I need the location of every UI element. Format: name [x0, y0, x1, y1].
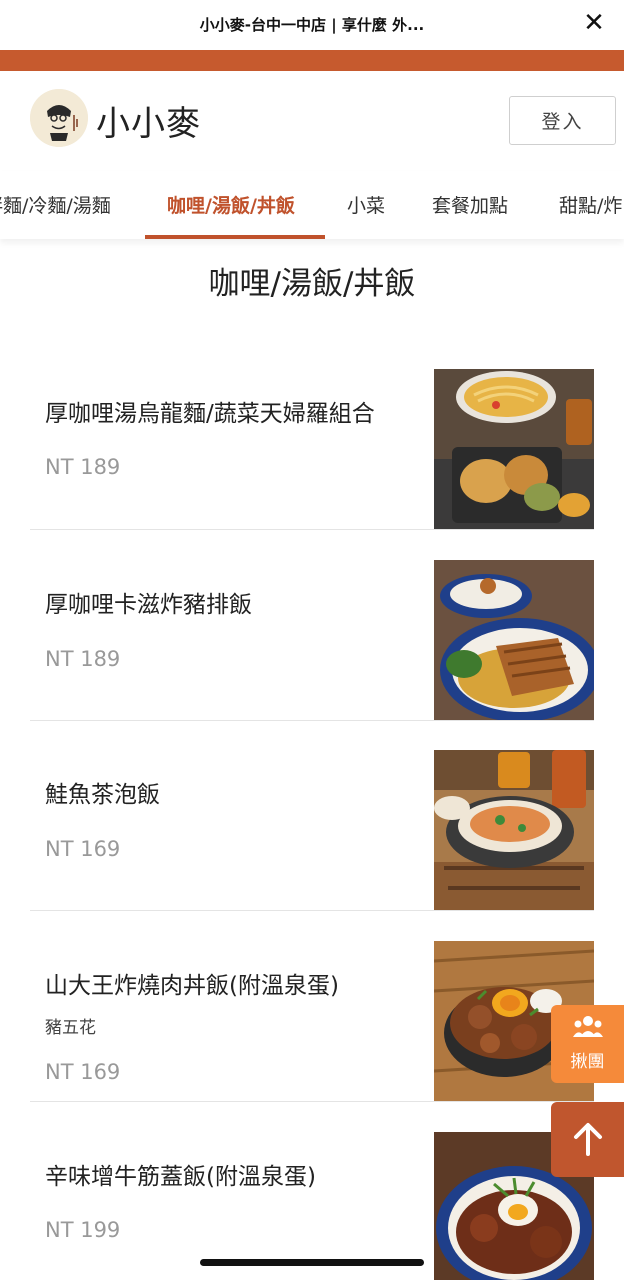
menu-item[interactable]: 厚咖哩卡滋炸豬排飯 NT 189 — [30, 560, 594, 720]
item-name: 厚咖哩卡滋炸豬排飯 — [45, 592, 252, 618]
login-button[interactable]: 登入 — [509, 96, 616, 145]
brand-name: 小小麥 — [96, 104, 201, 144]
store-header: 小小麥 登入 — [0, 71, 624, 171]
tab-side-dishes[interactable]: 小菜 — [347, 191, 385, 218]
tab-noodles[interactable]: 拌麵/冷麵/湯麵 — [0, 191, 111, 218]
food-photo[interactable] — [434, 560, 594, 720]
food-photo[interactable] — [434, 369, 594, 529]
back-to-top-button[interactable] — [551, 1102, 624, 1177]
store-logo[interactable] — [30, 89, 88, 147]
section-title: 咖哩/湯飯/丼飯 — [208, 266, 416, 302]
browser-top-bar: 小小麥-台中一中店 | 享什麼 外... ✕ — [0, 0, 624, 50]
arrow-up-icon — [574, 1123, 602, 1156]
item-name: 鮭魚茶泡飯 — [45, 782, 160, 808]
group-order-button[interactable]: 揪團 — [551, 1005, 624, 1083]
menu-item[interactable]: 辛味增牛筋蓋飯(附溫泉蛋) NT 199 — [30, 1132, 594, 1280]
item-price: NT 189 — [45, 455, 121, 479]
item-price: NT 189 — [45, 647, 121, 671]
item-name: 厚咖哩湯烏龍麵/蔬菜天婦羅組合 — [45, 401, 375, 427]
browser-title: 小小麥-台中一中店 | 享什麼 外... — [199, 16, 425, 34]
divider — [30, 720, 594, 721]
divider — [30, 1101, 594, 1102]
item-description: 豬五花 — [45, 1018, 96, 1038]
item-name: 辛味增牛筋蓋飯(附溫泉蛋) — [45, 1164, 316, 1190]
item-name: 山大王炸燒肉丼飯(附溫泉蛋) — [45, 973, 339, 999]
people-group-icon — [573, 1015, 603, 1039]
group-order-label: 揪團 — [570, 1052, 605, 1072]
brand-stripe — [0, 50, 624, 71]
tab-curry-rice[interactable]: 咖哩/湯飯/丼飯 — [167, 191, 295, 218]
divider — [30, 910, 594, 911]
category-tabs: 拌麵/冷麵/湯麵 咖哩/湯飯/丼飯 小菜 套餐加點 甜點/炸 — [0, 171, 624, 239]
close-icon[interactable]: ✕ — [578, 8, 610, 40]
menu-item[interactable]: 鮭魚茶泡飯 NT 169 — [30, 750, 594, 910]
menu-item[interactable]: 厚咖哩湯烏龍麵/蔬菜天婦羅組合 NT 189 — [30, 369, 594, 529]
item-price: NT 169 — [45, 837, 121, 861]
tab-desserts-fried[interactable]: 甜點/炸 — [559, 191, 622, 218]
food-photo[interactable] — [434, 750, 594, 910]
item-price: NT 199 — [45, 1218, 121, 1242]
divider — [30, 529, 594, 530]
tab-set-addons[interactable]: 套餐加點 — [432, 191, 508, 218]
menu-item[interactable]: 山大王炸燒肉丼飯(附溫泉蛋) 豬五花 NT 169 — [30, 941, 594, 1101]
active-tab-indicator — [145, 235, 325, 239]
home-indicator — [200, 1259, 424, 1266]
item-price: NT 169 — [45, 1060, 121, 1084]
